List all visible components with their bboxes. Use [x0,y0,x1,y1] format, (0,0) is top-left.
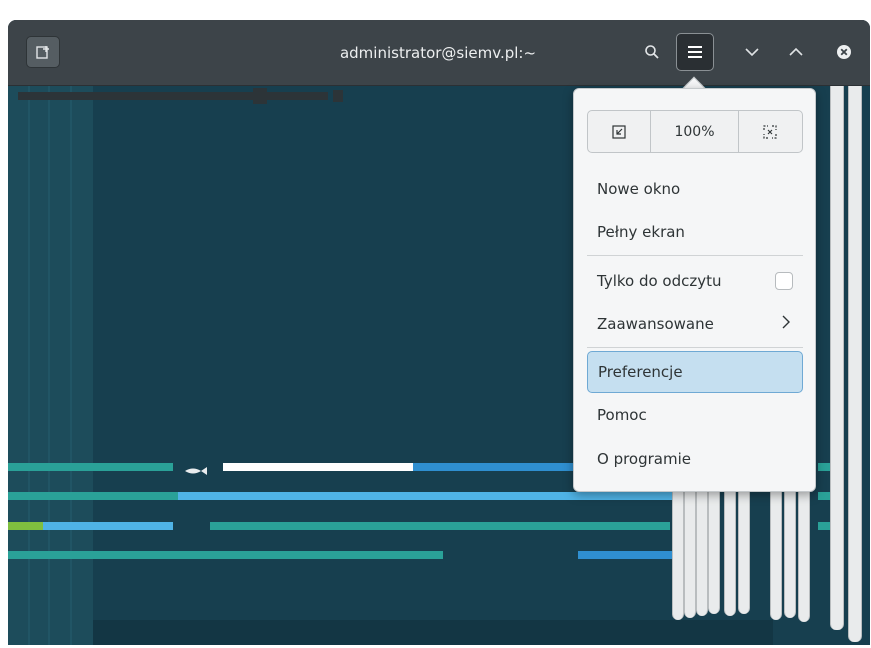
scrollbar-artifact [672,490,684,620]
menu-item-new-window[interactable]: Nowe okno [587,169,803,209]
menu-item-preferences[interactable]: Preferencje [587,351,803,393]
menu-item-label: Zaawansowane [597,315,714,333]
menu-separator [587,255,803,256]
terminal-side-panel [8,86,93,645]
close-circle-icon [837,45,851,59]
panel-stripe [70,86,72,645]
scrollbar-artifact [708,490,720,614]
chevron-right-icon [782,315,790,329]
menu-item-advanced[interactable]: Zaawansowane [587,304,803,344]
fish-icon [185,467,207,475]
scrollbar-artifact [830,86,844,630]
terminal-line [18,92,328,100]
fish-logo [183,461,211,475]
terminal-line [210,522,670,530]
menu-item-label: Pełny ekran [597,223,685,241]
new-tab-button[interactable] [26,36,60,68]
find-next-button[interactable] [736,36,768,68]
read-only-checkbox[interactable] [775,272,793,290]
hamburger-icon [688,46,702,58]
search-button[interactable] [636,36,668,68]
scrollbar-artifact [684,490,696,618]
menu-item-label: Preferencje [598,363,683,381]
main-menu-popover: 100% Nowe okno Pełny ekran Tylko do odcz… [573,88,816,492]
close-button[interactable] [828,36,860,68]
terminal-line [8,522,43,530]
menu-item-label: Nowe okno [597,180,681,198]
terminal-bottom-band [93,620,773,645]
window-title: administrator@siemv.pl:~ [339,43,537,62]
terminal-line [223,463,413,471]
chevron-down-icon [745,48,759,57]
menu-item-about[interactable]: O programie [587,439,803,479]
zoom-out-icon [612,124,626,139]
terminal-line [413,463,573,471]
panel-stripe [28,86,30,645]
headerbar: administrator@siemv.pl:~ [8,20,870,86]
terminal-line [8,463,173,471]
menu-separator [587,347,803,348]
menu-item-fullscreen[interactable]: Pełny ekran [587,212,803,252]
menu-item-help[interactable]: Pomoc [587,395,803,435]
scrollbar-artifact [798,490,810,622]
menu-item-label: Pomoc [597,406,647,424]
zoom-in-button[interactable] [739,111,802,152]
menu-item-label: Tylko do odczytu [597,272,722,290]
terminal-line [43,522,173,530]
scrollbar-artifact [696,490,708,616]
scrollbar-artifact [770,490,782,620]
search-icon [645,45,659,59]
scrollbar-artifact [848,86,862,642]
scrollbar-artifact [724,490,736,616]
zoom-out-button[interactable] [588,111,652,152]
scrollbar-artifact [738,490,750,614]
terminal-line [333,90,343,102]
terminal-line [8,551,443,559]
terminal-line [178,492,673,500]
new-tab-icon [36,46,49,59]
scrollbar-artifact [784,490,796,618]
terminal-line [578,551,673,559]
find-previous-button[interactable] [780,36,812,68]
zoom-reset-button[interactable]: 100% [651,111,739,152]
menu-item-read-only[interactable]: Tylko do odczytu [587,261,803,301]
zoom-controls: 100% [587,110,803,153]
chevron-up-icon [789,47,803,56]
panel-stripe [48,86,50,645]
terminal-line [8,492,178,500]
fullscreen-icon [763,124,777,139]
menu-item-label: O programie [597,450,691,468]
terminal-line [253,88,267,104]
menu-button[interactable] [676,33,714,71]
